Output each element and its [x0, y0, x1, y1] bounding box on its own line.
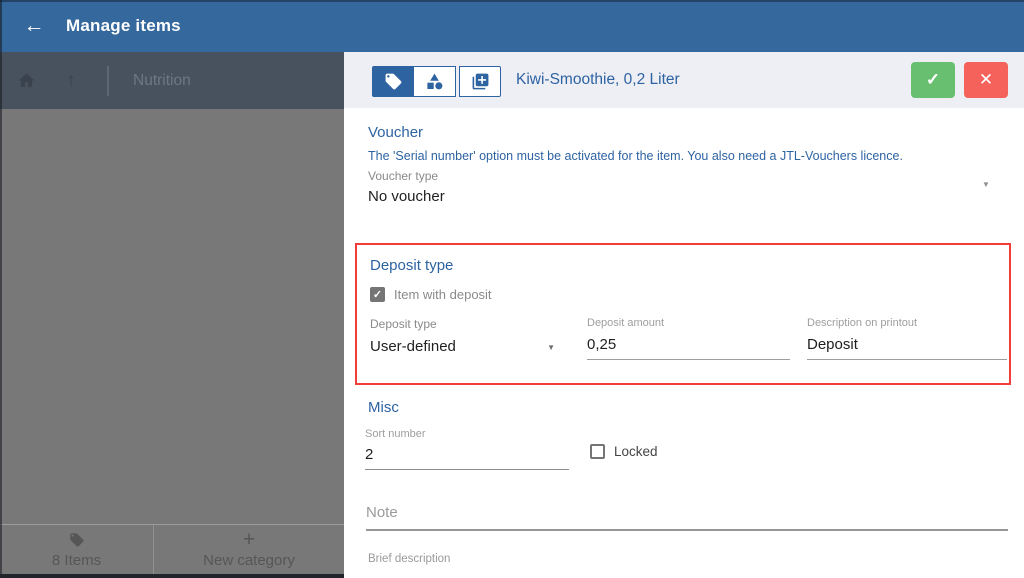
- locked-checkbox-row[interactable]: Locked: [590, 444, 658, 459]
- tag-icon: [69, 531, 85, 549]
- breadcrumb: Nutrition: [133, 71, 191, 89]
- item-title: Kiwi-Smoothie, 0,2 Liter: [516, 71, 680, 88]
- tag-icon: [385, 73, 401, 90]
- cancel-button[interactable]: ✕: [964, 62, 1008, 98]
- item-editor-panel: Kiwi-Smoothie, 0,2 Liter ✓ ✕ Voucher The…: [344, 52, 1024, 578]
- printout-description-label: Description on printout: [807, 317, 918, 329]
- new-category-label: New category: [203, 551, 295, 569]
- deposit-type-caret-down-icon: ▼: [547, 343, 555, 352]
- item-with-deposit-checkbox[interactable]: ✓: [370, 287, 385, 302]
- back-button[interactable]: ←: [14, 0, 54, 52]
- manage-items-screen: ← Manage items ↑ Nutrition 8 Items + New…: [0, 0, 1024, 578]
- deposit-amount-input[interactable]: [587, 336, 790, 360]
- brief-description-label: Brief description: [368, 553, 451, 565]
- locked-label: Locked: [614, 444, 658, 459]
- note-field: [366, 504, 1008, 531]
- check-icon: ✓: [925, 70, 941, 89]
- deposit-amount-label: Deposit amount: [587, 317, 665, 329]
- deposit-amount-field: Deposit amount: [587, 317, 790, 360]
- category-sidebar: ↑ Nutrition 8 Items + New category: [0, 52, 344, 578]
- deposit-type-value: User-defined: [370, 338, 456, 355]
- plus-icon: +: [242, 527, 256, 551]
- misc-section-heading: Misc: [368, 399, 399, 416]
- app-bar: ← Manage items: [0, 0, 1024, 52]
- sidebar-footer: 8 Items + New category: [0, 524, 344, 574]
- tab-duplicate[interactable]: [459, 66, 501, 97]
- voucher-type-value: No voucher: [368, 188, 445, 205]
- shapes-icon: [427, 73, 443, 90]
- sort-number-field: Sort number: [365, 428, 569, 470]
- locked-checkbox[interactable]: [590, 444, 605, 459]
- breadcrumb-divider: [107, 65, 109, 96]
- deposit-type-select[interactable]: Deposit type User-defined ▼: [370, 317, 555, 355]
- home-icon[interactable]: [15, 70, 37, 92]
- voucher-type-select[interactable]: Voucher type No voucher: [368, 169, 445, 205]
- up-level-icon[interactable]: ↑: [60, 70, 82, 92]
- deposit-highlight-box: Deposit type ✓ Item with deposit Deposit…: [355, 243, 1011, 385]
- left-edge-line: [0, 0, 2, 578]
- copy-plus-icon: [472, 73, 488, 90]
- items-count-label: 8 Items: [51, 551, 102, 569]
- bottom-edge-line: [0, 574, 344, 578]
- new-category-button[interactable]: + New category: [153, 525, 344, 574]
- note-input[interactable]: [366, 504, 1008, 531]
- printout-description-input[interactable]: [807, 336, 1007, 360]
- deposit-type-label: Deposit type: [370, 317, 437, 331]
- sort-number-label: Sort number: [365, 428, 426, 440]
- voucher-hint-text: The 'Serial number' option must be activ…: [368, 149, 903, 163]
- save-button[interactable]: ✓: [911, 62, 955, 98]
- back-arrow-icon: ←: [23, 14, 45, 37]
- items-count-button[interactable]: 8 Items: [0, 525, 153, 574]
- deposit-section-heading: Deposit type: [370, 257, 454, 274]
- voucher-caret-down-icon[interactable]: ▼: [982, 180, 990, 189]
- item-with-deposit-checkbox-row[interactable]: ✓ Item with deposit: [370, 287, 492, 302]
- page-title: Manage items: [66, 16, 181, 35]
- voucher-section-heading: Voucher: [368, 124, 424, 141]
- voucher-type-label: Voucher type: [368, 169, 439, 183]
- check-icon: ✓: [372, 289, 383, 301]
- category-breadcrumb-bar: ↑ Nutrition: [0, 52, 344, 109]
- printout-description-field: Description on printout: [807, 317, 1007, 360]
- editor-tab-group: [372, 66, 501, 97]
- tab-variations[interactable]: [414, 66, 456, 97]
- tab-item-details[interactable]: [372, 66, 414, 97]
- sort-number-input[interactable]: [365, 446, 569, 470]
- item-with-deposit-label: Item with deposit: [394, 287, 492, 302]
- close-icon: ✕: [978, 70, 994, 89]
